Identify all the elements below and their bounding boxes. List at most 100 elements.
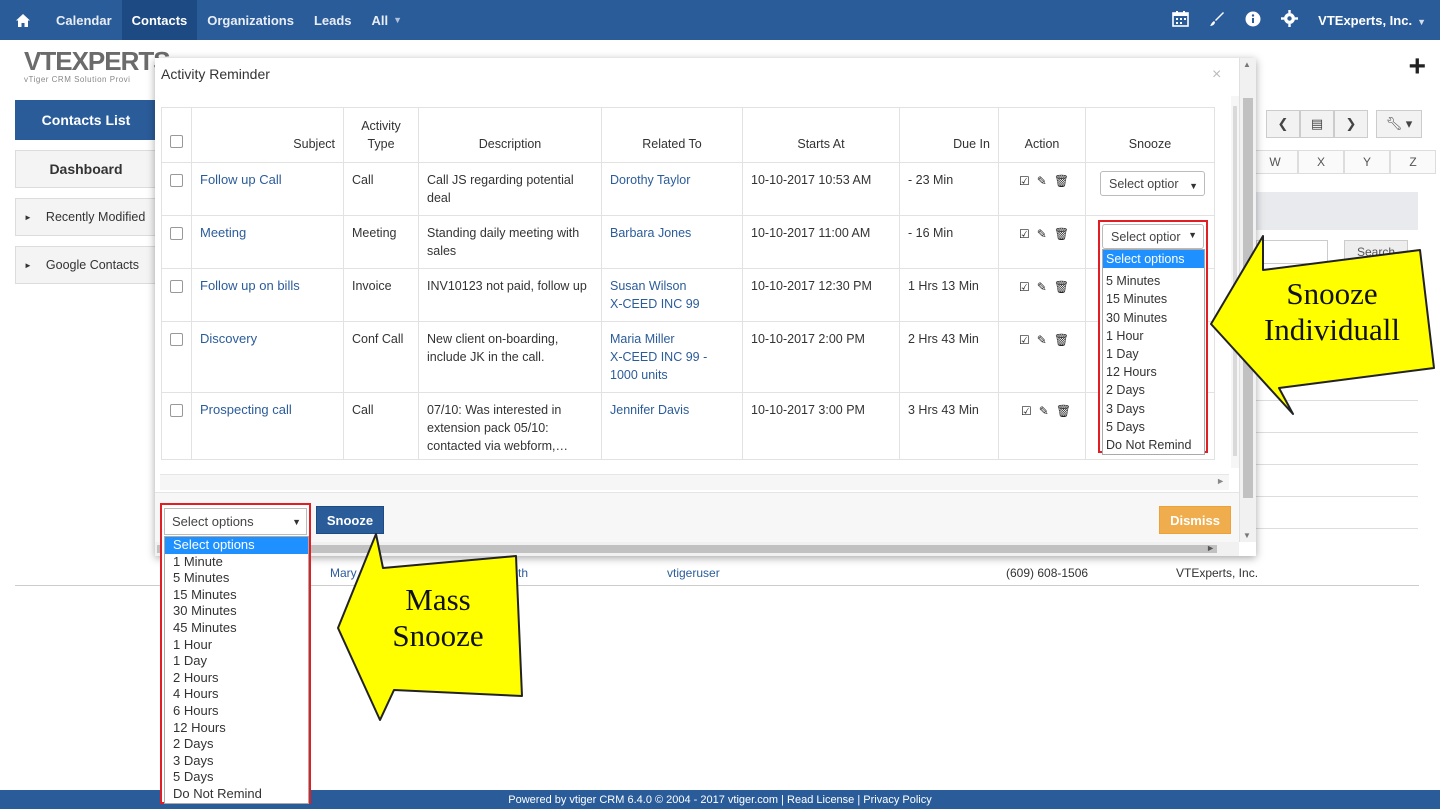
subject-link[interactable]: Discovery [200,331,257,346]
snooze-option[interactable]: 1 Minute [165,554,308,571]
related-link[interactable]: Jennifer Davis [610,403,689,417]
snooze-option[interactable]: Do Not Remind [1103,436,1204,454]
assigned-user[interactable]: vtigeruser [667,566,720,580]
related-link[interactable]: Barbara Jones [610,226,691,240]
trash-icon[interactable]: 🗑︎ [1054,172,1069,190]
related-link[interactable]: Maria Miller [610,332,675,346]
contacts-list-button[interactable]: Contacts List [15,100,157,140]
nav-calendar[interactable]: Calendar [46,0,122,40]
snooze-option[interactable]: 2 Hours [165,670,308,687]
snooze-option[interactable]: 15 Minutes [165,587,308,604]
snooze-option[interactable]: 5 Minutes [1103,272,1204,290]
alpha-w[interactable]: W [1252,150,1298,174]
dashboard-button[interactable]: Dashboard [15,150,157,188]
snooze-option[interactable]: 30 Minutes [165,603,308,620]
brush-icon[interactable] [1209,11,1225,30]
recently-modified-panel[interactable]: ► Recently Modified [15,198,157,236]
snooze-button[interactable]: Snooze [316,506,384,534]
related-link[interactable]: X-CEED INC 99 - 1000 units [610,350,707,382]
snooze-option[interactable]: 45 Minutes [165,620,308,637]
snooze-option[interactable]: 2 Days [165,736,308,753]
dismiss-button[interactable]: Dismiss [1159,506,1231,534]
pencil-icon[interactable]: ✎ [1037,331,1047,349]
google-contacts-panel[interactable]: ► Google Contacts [15,246,157,284]
trash-icon[interactable]: 🗑︎ [1054,278,1069,296]
snooze-option[interactable]: 5 Minutes [165,570,308,587]
mark-done-icon[interactable]: ☑ [1019,172,1030,190]
modal-horizontal-scrollbar[interactable]: ► [155,542,1239,556]
snooze-option[interactable]: 5 Days [165,769,308,786]
page-jump-icon[interactable]: ▤ [1300,110,1334,138]
mark-done-icon[interactable]: ☑ [1019,331,1030,349]
snooze-option[interactable]: 12 Hours [1103,363,1204,381]
calendar-icon[interactable] [1172,10,1189,30]
pencil-icon[interactable]: ✎ [1039,402,1049,420]
snooze-option[interactable]: 4 Hours [165,686,308,703]
row-snooze-select[interactable]: Select optior ▼ [1102,224,1204,249]
row-checkbox[interactable] [170,333,183,346]
row-checkbox[interactable] [170,404,183,417]
alpha-z[interactable]: Z [1390,150,1436,174]
subject-link[interactable]: Follow up Call [200,172,282,187]
snooze-option[interactable]: 2 Days [1103,381,1204,399]
snooze-option[interactable]: 1 Hour [1103,327,1204,345]
snooze-option[interactable]: 3 Days [1103,400,1204,418]
snooze-option[interactable]: 1 Hour [165,637,308,654]
chevron-left-icon[interactable]: ❮ [1266,110,1300,138]
related-link[interactable]: Susan Wilson [610,279,686,293]
select-all-checkbox[interactable] [170,135,183,148]
user-menu[interactable]: VTExperts, Inc. ▼ [1318,13,1426,28]
related-link[interactable]: Dorothy Taylor [610,173,690,187]
pencil-icon[interactable]: ✎ [1037,225,1047,243]
snooze-option[interactable]: 12 Hours [165,720,308,737]
nav-all[interactable]: All ▼ [362,0,413,40]
snooze-option[interactable]: 6 Hours [165,703,308,720]
gear-icon[interactable] [1281,10,1299,30]
row-checkbox[interactable] [170,174,183,187]
scroll-right-icon[interactable]: ► [1206,543,1215,553]
table-horizontal-scrollbar[interactable]: ► [160,474,1229,490]
chevron-right-icon[interactable]: ❯ [1334,110,1368,138]
snooze-option[interactable]: 1 Day [1103,345,1204,363]
snooze-option[interactable]: 5 Days [1103,418,1204,436]
related-link[interactable]: X-CEED INC 99 [610,297,700,311]
nav-leads[interactable]: Leads [304,0,362,40]
trash-icon[interactable]: 🗑︎ [1056,402,1071,420]
scroll-down-icon[interactable]: ▼ [1243,531,1251,540]
snooze-option[interactable]: 1 Day [165,653,308,670]
snooze-option[interactable]: Select options [1103,250,1204,269]
trash-icon[interactable]: 🗑︎ [1054,225,1069,243]
snooze-option[interactable]: 15 Minutes [1103,290,1204,308]
pencil-icon[interactable]: ✎ [1037,172,1047,190]
phone: (609) 608-1506 [1006,566,1089,580]
snooze-option[interactable]: 3 Days [165,753,308,770]
info-icon[interactable] [1245,11,1261,30]
home-icon[interactable] [0,0,46,40]
row-checkbox[interactable] [170,227,183,240]
mass-snooze-select[interactable]: Select options ▼ [164,508,307,535]
subject-link[interactable]: Follow up on bills [200,278,300,293]
wrench-icon[interactable]: 🔧︎ ▾ [1376,110,1422,138]
mark-done-icon[interactable]: ☑ [1021,402,1032,420]
row-checkbox[interactable] [170,280,183,293]
snooze-option[interactable]: Do Not Remind [165,786,308,803]
alpha-y[interactable]: Y [1344,150,1390,174]
subject-link[interactable]: Meeting [200,225,246,240]
snooze-option[interactable]: Select options [165,537,308,554]
mass-snooze-value: Select options [172,514,254,529]
mark-done-icon[interactable]: ☑ [1019,225,1030,243]
plus-icon[interactable]: + [1408,52,1426,82]
snooze-option[interactable]: 30 Minutes [1103,309,1204,327]
scroll-right-icon[interactable]: ► [1216,476,1225,486]
nav-organizations[interactable]: Organizations [197,0,304,40]
alpha-x[interactable]: X [1298,150,1344,174]
subject-link[interactable]: Prospecting call [200,402,292,417]
mark-done-icon[interactable]: ☑ [1019,278,1030,296]
due-cell: - 16 Min [899,215,999,269]
pencil-icon[interactable]: ✎ [1037,278,1047,296]
close-icon[interactable]: × [1212,66,1221,84]
nav-contacts[interactable]: Contacts [121,0,198,40]
scroll-up-icon[interactable]: ▲ [1243,60,1251,69]
row-snooze-select[interactable]: Select optior ▼ [1100,171,1205,196]
trash-icon[interactable]: 🗑︎ [1054,331,1069,349]
